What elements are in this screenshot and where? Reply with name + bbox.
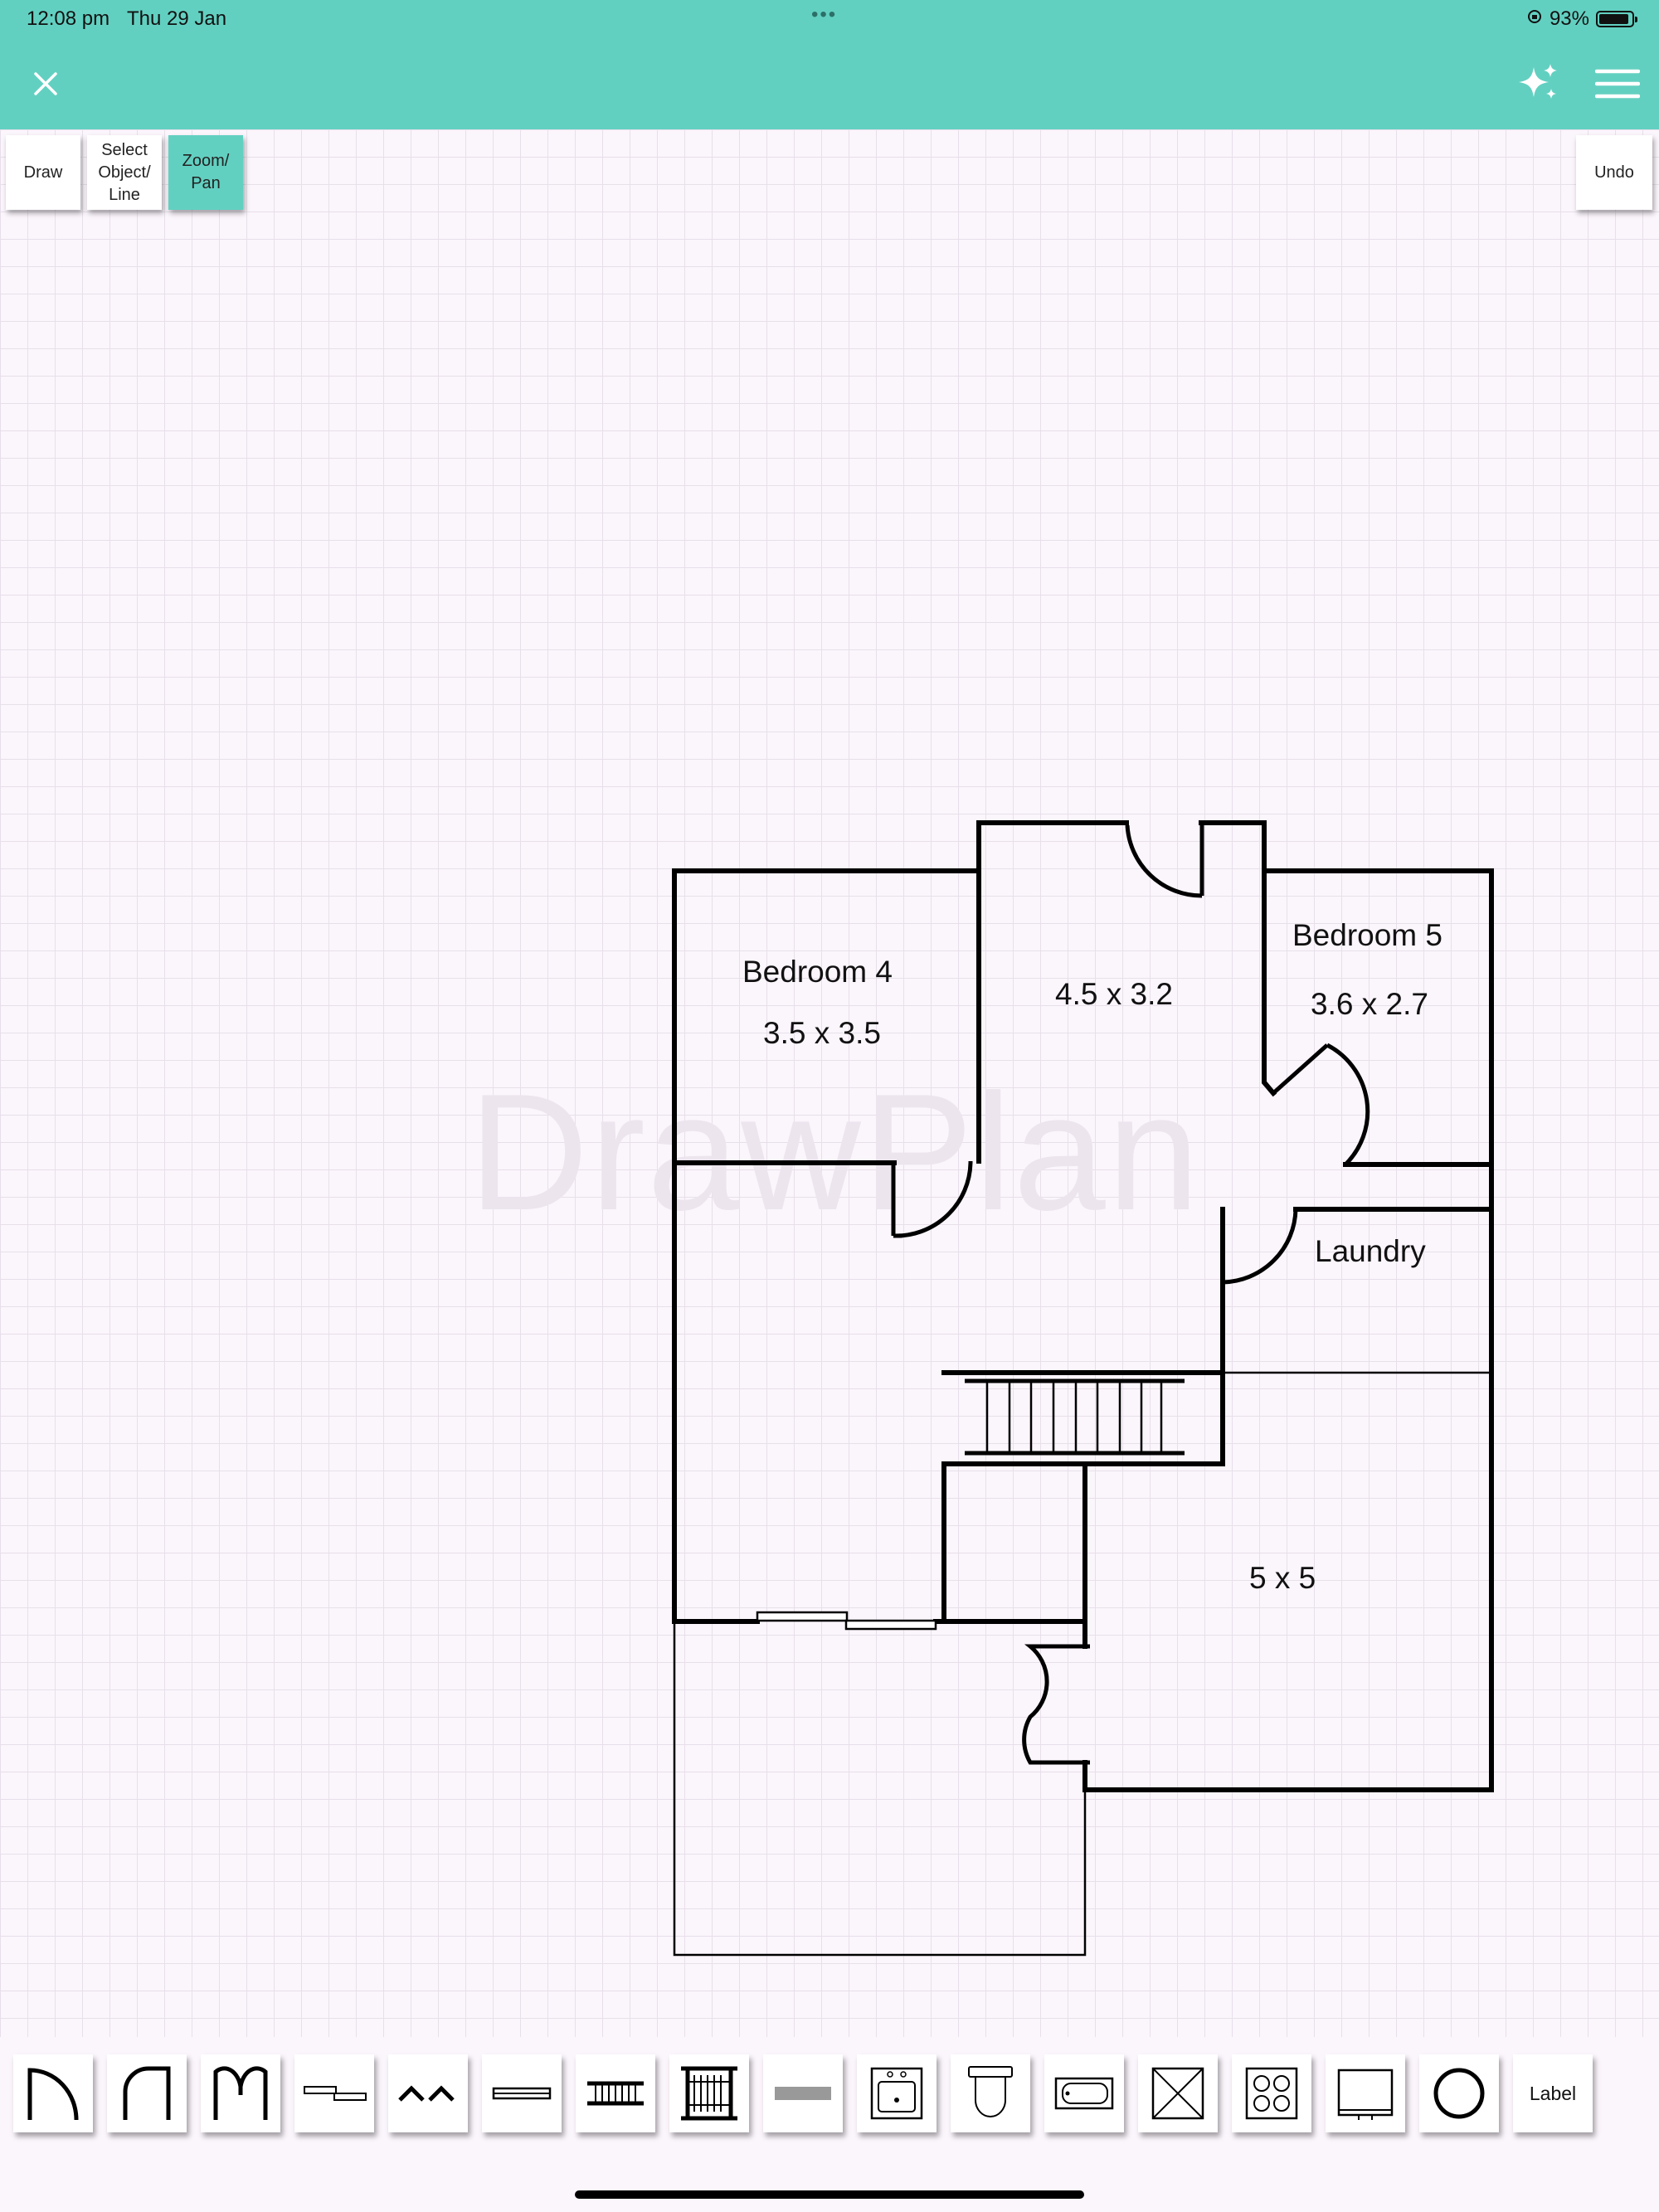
room-size-bedroom4[interactable]: 3.5 x 3.5 (763, 1016, 881, 1051)
palette-sliding-door[interactable] (294, 2054, 374, 2132)
palette-dishwasher[interactable] (1326, 2054, 1405, 2132)
palette-window[interactable] (482, 2054, 562, 2132)
cooktop-icon (1245, 2067, 1298, 2120)
bifold-door-icon (398, 2085, 455, 2102)
palette-shower[interactable] (1138, 2054, 1218, 2132)
shower-icon (1151, 2067, 1204, 2120)
room-name-bedroom5[interactable]: Bedroom 5 (1292, 918, 1443, 953)
floor-plan[interactable] (0, 0, 1659, 2212)
outdoor-area-outline[interactable] (673, 1621, 1087, 1957)
door-laundry[interactable] (1220, 1208, 1298, 1285)
palette-sink[interactable] (857, 2054, 937, 2132)
door-center-top[interactable] (1125, 824, 1204, 898)
half-door-icon (123, 2066, 171, 2120)
undo-button[interactable]: Undo (1576, 135, 1652, 210)
window-icon (492, 2087, 552, 2100)
stairs-vertical-icon (681, 2066, 737, 2121)
room-name-bedroom4[interactable]: Bedroom 4 (742, 955, 893, 989)
palette-toilet[interactable] (951, 2054, 1030, 2132)
palette-bathtub[interactable] (1044, 2054, 1124, 2132)
door-bedroom5[interactable] (1272, 1043, 1370, 1166)
sliding-door-icon (304, 2086, 367, 2101)
zoom-pan-mode-button[interactable]: Zoom/ Pan (168, 135, 243, 210)
select-mode-button[interactable]: Select Object/ Line (87, 135, 162, 210)
stairs-icon (587, 2081, 644, 2106)
palette-half-door[interactable] (107, 2054, 187, 2132)
object-palette: Label (13, 2054, 1593, 2136)
dishwasher-icon (1337, 2069, 1394, 2120)
double-door-icon (213, 2066, 268, 2120)
palette-stairs[interactable] (576, 2054, 655, 2132)
wall-center-right[interactable] (1262, 820, 1277, 1097)
sliding-door[interactable] (756, 1611, 937, 1631)
palette-label-button[interactable]: Label (1513, 2054, 1593, 2132)
palette-cooktop[interactable] (1232, 2054, 1311, 2132)
room-size-center[interactable]: 4.5 x 3.2 (1055, 977, 1173, 1012)
room-name-laundry[interactable]: Laundry (1315, 1234, 1426, 1269)
circle-icon (1433, 2068, 1485, 2119)
door-icon (27, 2068, 79, 2121)
room-size-big-room[interactable]: 5 x 5 (1249, 1561, 1316, 1596)
door-bedroom4[interactable] (891, 1161, 973, 1238)
palette-stairs-vertical[interactable] (669, 2054, 749, 2132)
sink-icon (870, 2067, 923, 2120)
stairs[interactable] (941, 1370, 1223, 1456)
home-indicator[interactable] (575, 2190, 1084, 2199)
palette-circle[interactable] (1419, 2054, 1499, 2132)
toilet-icon (968, 2066, 1013, 2117)
palette-bifold-door[interactable] (388, 2054, 468, 2132)
label-button-text: Label (1529, 2082, 1577, 2104)
room-size-bedroom5[interactable]: 3.6 x 2.7 (1311, 987, 1428, 1022)
door-big-room[interactable] (1022, 1644, 1090, 1765)
bathtub-icon (1054, 2077, 1114, 2110)
palette-double-door[interactable] (201, 2054, 280, 2132)
draw-mode-button[interactable]: Draw (6, 135, 80, 210)
wall-block-icon (775, 2087, 831, 2100)
palette-wall-block[interactable] (763, 2054, 843, 2132)
palette-door[interactable] (13, 2054, 93, 2132)
